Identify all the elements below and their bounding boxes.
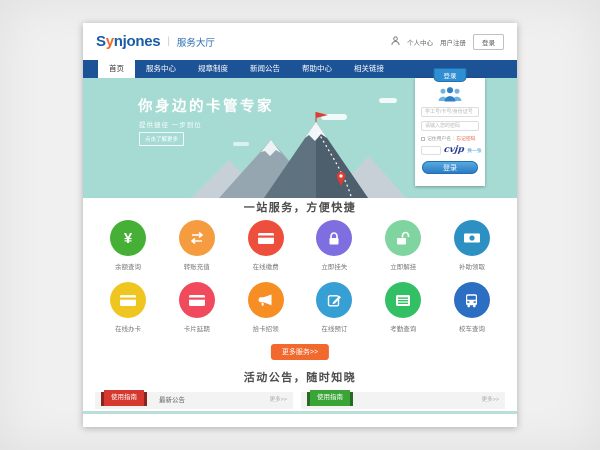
service-label: 在线预订 [321, 323, 347, 333]
personal-center-link[interactable]: 个人中心 [407, 37, 433, 47]
bank-card-icon [110, 282, 146, 318]
remember-separator: | [453, 136, 454, 141]
screenshot-stage: Synjones | 服务大厅 个人中心 用户注册 登录 首页 服务中心 规章制… [0, 0, 600, 450]
service-online-card-apply[interactable]: 在线办卡 [97, 282, 159, 333]
remember-checkbox[interactable] [421, 137, 425, 141]
logo[interactable]: Synjones [96, 33, 160, 50]
megaphone-icon [248, 282, 284, 318]
captcha-image[interactable]: cvjp [443, 145, 465, 155]
service-transfer-recharge[interactable]: 转账充值 [166, 220, 228, 271]
service-label: 考勤查询 [390, 323, 416, 333]
captcha-refresh-link[interactable]: 换一张 [467, 147, 481, 154]
service-attendance-inquiry[interactable]: 考勤查询 [372, 282, 434, 333]
service-card-extension[interactable]: 卡片延期 [166, 282, 228, 333]
bus-icon [454, 282, 490, 318]
services-row-1: ¥ 余额查询 转账充值 在线缴费 立即挂失 [97, 220, 503, 271]
header: Synjones | 服务大厅 个人中心 用户注册 登录 [83, 23, 517, 60]
portal-page: Synjones | 服务大厅 个人中心 用户注册 登录 首页 服务中心 规章制… [83, 23, 517, 427]
tab-usage-guide-left[interactable]: 使用指南 [104, 390, 144, 406]
login-submit-button[interactable]: 登录 [422, 161, 478, 174]
service-online-payment[interactable]: 在线缴费 [235, 220, 297, 271]
bank-card-icon [248, 220, 284, 256]
header-right: 个人中心 用户注册 登录 [391, 34, 504, 50]
service-label: 余额查询 [115, 261, 141, 271]
forgot-password-link[interactable]: 忘记密码 [456, 135, 475, 142]
service-label: 在线缴费 [253, 261, 279, 271]
more-link-left[interactable]: 更多>> [270, 392, 287, 409]
yuan-icon: ¥ [110, 220, 146, 256]
tab-usage-guide-right[interactable]: 使用指南 [310, 390, 350, 406]
service-subsidy-collection[interactable]: 补助领取 [441, 220, 503, 271]
service-label: 在线办卡 [115, 323, 141, 333]
services-row-2: 在线办卡 卡片延期 拾卡招领 在线预订 [97, 282, 503, 333]
service-cancel-loss[interactable]: 立即解挂 [372, 220, 434, 271]
remember-row: 记住用户名 | 忘记密码 [421, 135, 479, 142]
nav-item-service-center[interactable]: 服务中心 [135, 60, 187, 78]
logo-accent: y [106, 33, 114, 50]
service-label: 校车查询 [459, 323, 485, 333]
more-link-right[interactable]: 更多>> [482, 392, 499, 409]
service-found-card-claim[interactable]: 拾卡招领 [235, 282, 297, 333]
logo-suffix: njones [114, 33, 161, 50]
cloud-decoration [379, 98, 397, 103]
nav-item-rules[interactable]: 规章制度 [187, 60, 239, 78]
service-balance-inquiry[interactable]: ¥ 余额查询 [97, 220, 159, 271]
edit-icon [316, 282, 352, 318]
login-panel: 登录 记住用户名 | 忘记密码 cvjp 换一张 登录 [415, 78, 485, 186]
service-label: 立即挂失 [321, 261, 347, 271]
announcement-panel-left: 使用指南 最新公告 更多>> [95, 392, 293, 409]
banknote-icon [454, 220, 490, 256]
login-tab[interactable]: 登录 [434, 68, 467, 82]
person-icon [391, 36, 400, 48]
mountains-illustration [191, 110, 406, 198]
logo-divider: | [167, 36, 170, 47]
list-icon [385, 282, 421, 318]
more-services-button[interactable]: 更多服务>> [271, 344, 329, 360]
services-heading: 一站服务，方便快捷 [83, 199, 517, 215]
announcement-panel-right: 使用指南 更多>> [301, 392, 505, 409]
tab-latest-announcements[interactable]: 最新公告 [159, 392, 185, 409]
transfer-icon [179, 220, 215, 256]
service-label: 拾卡招领 [253, 323, 279, 333]
remember-label: 记住用户名 [427, 135, 451, 142]
service-report-loss[interactable]: 立即挂失 [303, 220, 365, 271]
service-label: 立即解挂 [390, 261, 416, 271]
service-school-bus-inquiry[interactable]: 校车查询 [441, 282, 503, 333]
user-register-link[interactable]: 用户注册 [440, 37, 466, 47]
nav-item-home[interactable]: 首页 [98, 60, 135, 78]
service-label: 补助领取 [459, 261, 485, 271]
announcements-heading: 活动公告，随时知晓 [83, 369, 517, 385]
logo-prefix: S [96, 33, 106, 50]
nav-item-help[interactable]: 帮助中心 [291, 60, 343, 78]
service-label: 卡片延期 [184, 323, 210, 333]
password-input[interactable] [421, 121, 479, 131]
section-divider [83, 411, 517, 414]
account-input[interactable] [421, 107, 479, 117]
unlock-icon [385, 220, 421, 256]
captcha-input[interactable] [421, 146, 441, 155]
service-label: 转账充值 [184, 261, 210, 271]
users-icon [437, 86, 463, 102]
header-login-button[interactable]: 登录 [473, 34, 504, 50]
nav-item-news[interactable]: 新闻公告 [239, 60, 291, 78]
hero-cta-button[interactable]: 点击了解更多 [139, 132, 184, 146]
captcha-row: cvjp 换一张 [421, 145, 479, 155]
site-name: 服务大厅 [177, 35, 215, 49]
service-online-booking[interactable]: 在线预订 [303, 282, 365, 333]
nav-item-links[interactable]: 相关链接 [343, 60, 395, 78]
bank-card-icon [179, 282, 215, 318]
lock-icon [316, 220, 352, 256]
